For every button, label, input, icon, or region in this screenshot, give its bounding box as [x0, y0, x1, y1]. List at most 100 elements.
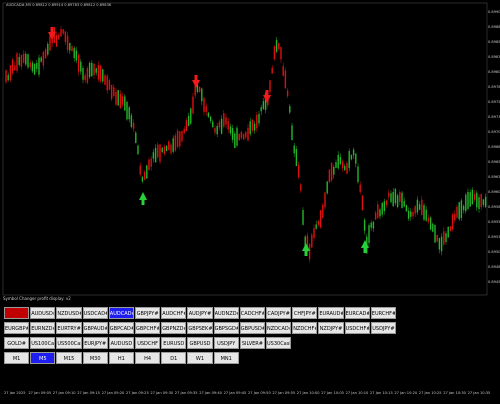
timeframe-button-h4[interactable]: H4: [135, 352, 161, 364]
timeframe-button-m15[interactable]: M15: [56, 352, 82, 364]
candle-body: [438, 238, 441, 250]
price-tick-label: 0.8965: [488, 160, 500, 164]
symbol-button-nzdchf[interactable]: NZDCHF#: [292, 322, 318, 334]
candle-body: [286, 90, 289, 97]
candle-body: [64, 31, 67, 43]
candle-body: [381, 203, 383, 215]
symbol-button-us100cash[interactable]: US100Cash: [30, 337, 56, 349]
symbol-button-eurchf[interactable]: EURCHF#: [370, 307, 396, 319]
symbol-button-audjpy[interactable]: AUDJPY#: [187, 307, 213, 319]
timeframe-button-m30[interactable]: M30: [82, 352, 108, 364]
symbol-button-us500cash[interactable]: US500Cash: [56, 337, 82, 349]
timeframe-button-w1[interactable]: W1: [187, 352, 213, 364]
candle-body: [256, 114, 258, 129]
candle-body: [159, 144, 161, 162]
symbol-button-gbpsgd[interactable]: GBPSGD#: [213, 322, 239, 334]
timeframe-button-m1[interactable]: M1: [4, 352, 30, 364]
symbol-button-gbpaud[interactable]: GBPAUD#: [82, 322, 108, 334]
symbol-button-eurusd[interactable]: EURUSD: [161, 337, 187, 349]
time-tick-label: 27 Jan 09:35: [174, 391, 198, 395]
symbol-button-gbpjpy[interactable]: GBPJPY#: [135, 307, 161, 319]
symbol-button-usdchf[interactable]: USDCHF#: [344, 322, 370, 334]
symbol-button-usdchf[interactable]: USDCHF: [135, 337, 161, 349]
timeframe-button-m5[interactable]: M5: [30, 352, 56, 364]
sell-arrow-icon: [192, 75, 200, 88]
symbol-button-audusd[interactable]: AUDUSD#: [30, 307, 56, 319]
candle-body: [418, 204, 421, 210]
candle-body: [66, 35, 69, 50]
symbol-button-audcad[interactable]: AUDCAD#: [4, 307, 30, 319]
symbol-button-nzdusd[interactable]: NZDUSD#: [56, 307, 82, 319]
candle-body: [273, 46, 276, 60]
candle-body: [36, 62, 38, 69]
symbol-button-eurjpy[interactable]: EURJPY#: [82, 337, 108, 349]
candle-body: [124, 96, 126, 111]
candle-body: [209, 116, 212, 121]
candle-body: [421, 199, 423, 215]
symbol-button-audcad[interactable]: AUDCAD#: [108, 307, 134, 319]
candle-body: [44, 49, 47, 59]
price-tick-label: 0.8990: [488, 10, 500, 14]
candle-body: [181, 130, 183, 142]
symbol-button-audusd[interactable]: AUDUSD: [108, 337, 134, 349]
symbol-button-gbpusd[interactable]: GBPUSD: [187, 337, 213, 349]
candle-body: [121, 96, 124, 105]
candle-body: [390, 193, 392, 203]
symbol-button-audchf[interactable]: AUDCHF#: [161, 307, 187, 319]
candle-body: [447, 226, 449, 238]
symbol-button-nzdjpy[interactable]: NZDJPY#: [318, 322, 344, 334]
candle-body: [399, 192, 401, 202]
candle-body: [207, 112, 210, 117]
candle-body: [348, 150, 350, 169]
symbol-button-usdjpy[interactable]: USDJPY: [213, 337, 239, 349]
candle-body: [445, 233, 447, 242]
symbol-button-gold[interactable]: GOLD#: [4, 337, 30, 349]
symbol-button-eurcad[interactable]: EURCAD#: [344, 307, 370, 319]
price-tick-label: 0.8968: [488, 145, 500, 149]
symbol-button-gbpchf[interactable]: GBPCHF#: [135, 322, 161, 334]
time-tick-label: 27 Jan 2025: [4, 391, 26, 395]
time-tick-label: 27 Jan 10:25: [418, 391, 442, 395]
symbol-button-usdjpy[interactable]: USDJPY#: [370, 322, 396, 334]
candle-body: [245, 132, 247, 138]
candle-body: [183, 128, 185, 133]
symbol-button-cadchf[interactable]: CADCHF#: [239, 307, 265, 319]
candle-body: [253, 123, 256, 131]
candle-body: [302, 210, 304, 225]
symbol-button-audnzd[interactable]: AUDNZD#: [213, 307, 239, 319]
candle-body: [242, 134, 245, 140]
symbol-button-gbpusd[interactable]: GBPUSD#: [239, 322, 265, 334]
time-tick-label: 27 Jan 09:45: [223, 391, 247, 395]
candle-body: [414, 206, 416, 214]
price-tick-label: 0.8978: [488, 85, 500, 89]
symbol-button-gbpcad[interactable]: GBPCAD#: [108, 322, 134, 334]
symbol-button-eurgbp[interactable]: EURGBP#: [4, 322, 30, 334]
candle-body: [436, 234, 438, 242]
candle-body: [471, 189, 474, 205]
price-tick-label: 0.8958: [488, 205, 500, 209]
symbol-button-nzdcad[interactable]: NZDCAD#: [266, 322, 292, 334]
symbol-button-gbpsek[interactable]: GBPSEK#: [187, 322, 213, 334]
price-tick-label: 0.8988: [488, 25, 500, 29]
symbol-button-us30cash[interactable]: US30Cash: [266, 337, 292, 349]
candle-body: [300, 184, 302, 191]
candle-body: [55, 35, 58, 47]
symbol-button-usdcad[interactable]: USDCAD#: [82, 307, 108, 319]
timeframe-button-h1[interactable]: H1: [108, 352, 134, 364]
timeframe-button-d1[interactable]: D1: [161, 352, 187, 364]
timeframe-button-mn1[interactable]: MN1: [213, 352, 239, 364]
symbol-button-euraud[interactable]: EURAUD#: [318, 307, 344, 319]
candle-body: [132, 122, 135, 129]
time-tick-label: 27 Jan 09:30: [150, 391, 174, 395]
symbol-button-cadjpy[interactable]: CADJPY#: [266, 307, 292, 319]
symbol-button-gbpnzd[interactable]: GBPNZD#: [161, 322, 187, 334]
candle-body: [227, 121, 229, 130]
symbol-button-silver[interactable]: SILVER#: [239, 337, 265, 349]
candle-body: [135, 132, 137, 144]
symbol-button-eurnzd[interactable]: EURNZD#: [30, 322, 56, 334]
candle-body: [216, 125, 218, 135]
symbol-button-chfjpy[interactable]: CHFJPY#: [292, 307, 318, 319]
symbol-button-eurtry[interactable]: EURTRY#: [56, 322, 82, 334]
candle-body: [143, 172, 146, 180]
candle-body: [282, 66, 284, 76]
